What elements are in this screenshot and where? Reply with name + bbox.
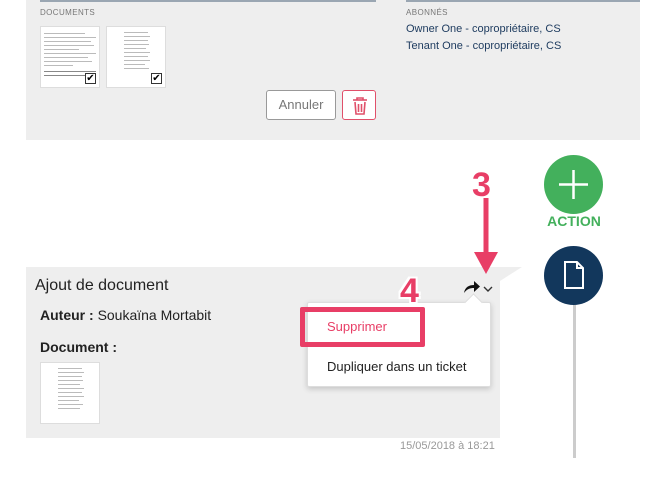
page: DOCUMENTS ABONNÉS Owner One - copropriét… [0, 0, 670, 486]
subscriber-item: Tenant One - copropriétaire, CS [406, 40, 562, 52]
subscriber-item: Owner One - copropriétaire, CS [406, 23, 561, 35]
selected-check-icon[interactable]: ✔ [151, 73, 162, 84]
author-label: Auteur : [40, 307, 94, 323]
action-button[interactable] [544, 155, 603, 214]
document-thumbnail[interactable]: ✔ [106, 26, 166, 88]
cancel-button[interactable]: Annuler [266, 90, 336, 120]
menu-item-duplicate-ticket[interactable]: Dupliquer dans un ticket [308, 355, 490, 379]
delete-button[interactable] [342, 90, 376, 120]
documents-label: DOCUMENTS [40, 8, 96, 17]
author-line: Auteur : Soukaïna Mortabit [40, 307, 211, 323]
documents-divider [40, 0, 376, 2]
share-menu-toggle[interactable] [462, 278, 496, 296]
plus-icon [559, 170, 588, 199]
subscribers-label: ABONNÉS [406, 8, 448, 17]
author-name: Soukaïna Mortabit [97, 307, 212, 323]
card-notch [500, 267, 522, 281]
action-label[interactable]: ACTION [536, 213, 612, 229]
event-timestamp: 15/05/2018 à 18:21 [400, 440, 495, 452]
chevron-down-icon [483, 286, 493, 292]
step-4-highlight [300, 307, 425, 347]
step-4-label: 4 [400, 272, 419, 310]
event-title: Ajout de document [35, 277, 169, 294]
document-thumbnail[interactable] [40, 362, 100, 424]
document-thumbnail[interactable]: ✔ [40, 26, 100, 88]
document-icon [564, 261, 584, 289]
step-3-arrow [474, 198, 498, 274]
document-label: Document : [40, 339, 117, 355]
subscribers-divider [406, 0, 640, 2]
selected-check-icon[interactable]: ✔ [85, 73, 96, 84]
timeline-line [573, 300, 576, 458]
document-event-marker [544, 246, 603, 305]
trash-icon [353, 97, 367, 115]
